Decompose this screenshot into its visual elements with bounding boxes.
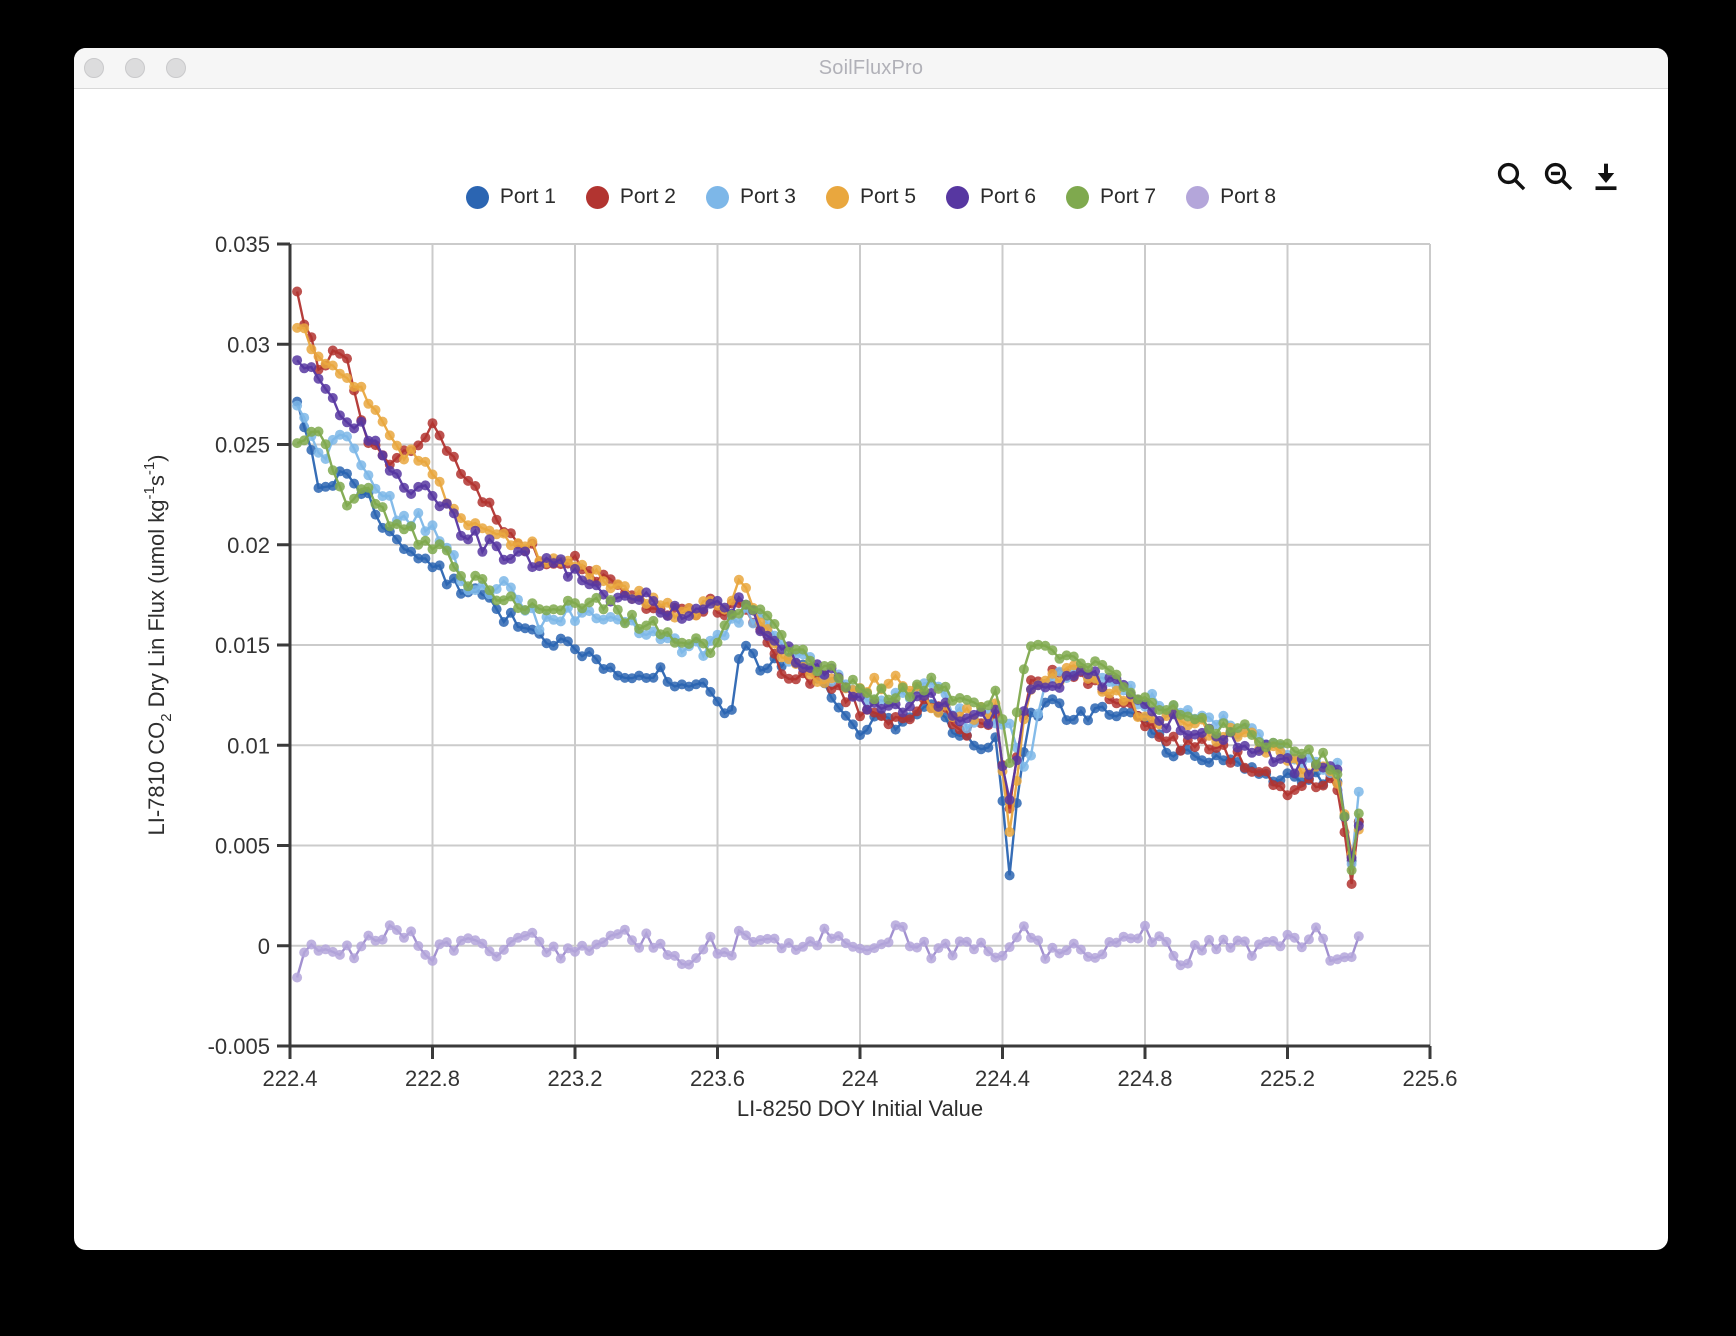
app-window: SoilFluxPro Port 1 Port 2 Port 3 Port 5 … <box>74 48 1668 1250</box>
gridlines <box>289 243 1431 1047</box>
series-port-7[interactable] <box>292 426 1364 876</box>
svg-text:0.01: 0.01 <box>227 733 270 758</box>
svg-text:0.02: 0.02 <box>227 533 270 558</box>
legend-label: Port 6 <box>980 185 1037 208</box>
legend-label: Port 5 <box>859 185 917 208</box>
download-icon[interactable] <box>1588 159 1624 195</box>
legend-item-port-8[interactable]: Port 8 <box>1186 185 1276 209</box>
legend-label: Port 2 <box>619 185 676 208</box>
chart-panel: Port 1 Port 2 Port 3 Port 5 Port 6 Port 7 Port… <box>74 89 1668 1250</box>
legend-label: Port 3 <box>739 185 796 208</box>
title-bar: SoilFluxPro <box>74 48 1668 89</box>
traffic-lights <box>84 58 186 78</box>
series-port-3[interactable] <box>292 400 1364 869</box>
legend-item-port-1[interactable]: Port 1 <box>465 185 556 209</box>
svg-text:224.4: 224.4 <box>975 1066 1030 1091</box>
legend-dot-port-6 <box>946 185 970 209</box>
svg-text:0: 0 <box>258 934 270 959</box>
close-button[interactable] <box>84 58 104 78</box>
x-axis-title: LI-8250 DOY Initial Value <box>737 1096 983 1121</box>
legend-label: Port 8 <box>1220 185 1277 208</box>
svg-text:225.2: 225.2 <box>1260 1066 1315 1091</box>
legend-item-port-3[interactable]: Port 3 <box>705 185 796 209</box>
legend-dot-port-7 <box>1066 185 1090 209</box>
zoom-out-icon[interactable] <box>1541 159 1577 195</box>
zoom-window-button[interactable] <box>166 58 186 78</box>
zoom-in-icon[interactable] <box>1494 159 1530 195</box>
svg-text:0.035: 0.035 <box>215 232 270 257</box>
legend-item-port-5[interactable]: Port 5 <box>825 185 917 209</box>
legend-item-port-2[interactable]: Port 2 <box>585 185 676 209</box>
svg-text:223.6: 223.6 <box>690 1066 745 1091</box>
svg-text:224.8: 224.8 <box>1117 1066 1172 1091</box>
svg-text:225.6: 225.6 <box>1402 1066 1457 1091</box>
svg-text:0.025: 0.025 <box>215 433 270 458</box>
svg-text:222.8: 222.8 <box>405 1066 460 1091</box>
window-title: SoilFluxPro <box>818 56 924 79</box>
legend-item-port-6[interactable]: Port 6 <box>946 185 1036 209</box>
chart-legend: Port 1 Port 2 Port 3 Port 5 Port 6 Port 7 Port… <box>74 185 1668 209</box>
x-tick-labels: 222.4 222.8 223.2 223.6 224 224.4 224.8 225.2 22… <box>262 1066 1457 1091</box>
legend-dot-port-1 <box>465 185 489 209</box>
svg-text:222.4: 222.4 <box>262 1066 317 1091</box>
legend-item-port-7[interactable]: Port 7 <box>1066 185 1156 209</box>
minimize-button[interactable] <box>125 58 145 78</box>
svg-text:224: 224 <box>842 1066 879 1091</box>
chart-toolbar <box>1494 159 1624 195</box>
legend-label: Port 1 <box>499 185 556 208</box>
series-port-1[interactable] <box>292 396 1364 881</box>
y-axis-title: LI-7810 CO2 Dry Lin Flux (umol kg-1s-1) <box>141 454 175 835</box>
svg-text:0.005: 0.005 <box>215 834 270 859</box>
legend-label: Port 7 <box>1100 185 1157 208</box>
svg-text:-0.005: -0.005 <box>208 1034 270 1059</box>
svg-text:0.015: 0.015 <box>215 633 270 658</box>
series-port-6[interactable] <box>292 355 1364 863</box>
legend-dot-port-5 <box>825 185 849 209</box>
svg-text:223.2: 223.2 <box>547 1066 602 1091</box>
legend-dot-port-8 <box>1186 185 1210 209</box>
series-port-5[interactable] <box>292 322 1364 859</box>
legend-dot-port-3 <box>705 185 729 209</box>
chart-canvas[interactable]: 222.4 222.8 223.2 223.6 224 224.4 224.8 225.2 22… <box>74 89 1668 1250</box>
svg-text:0.03: 0.03 <box>227 332 270 357</box>
legend-dot-port-2 <box>585 185 609 209</box>
y-tick-labels: -0.005 0 0.005 0.01 0.015 0.02 0.025 0.03 0.035 <box>208 232 270 1059</box>
series-port-8[interactable] <box>292 920 1364 983</box>
series-port-2[interactable] <box>292 286 1364 890</box>
axes <box>277 242 1432 1059</box>
